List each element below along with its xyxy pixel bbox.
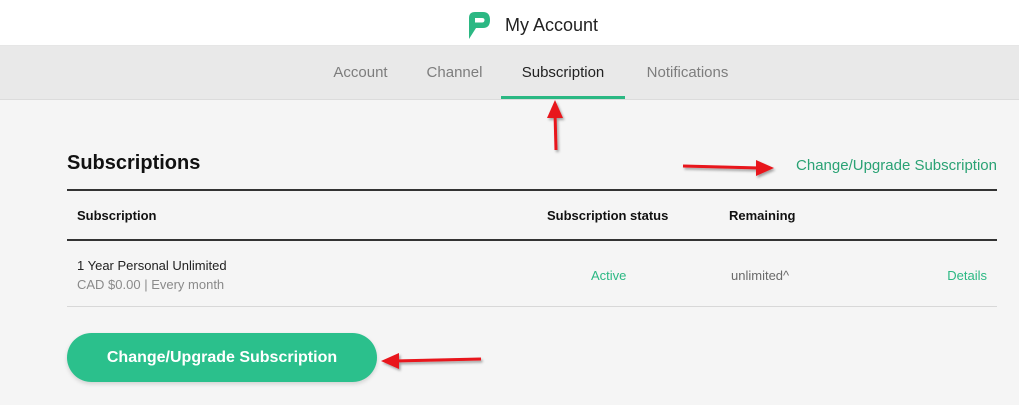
top-header: My Account [0,0,1019,46]
page-title: My Account [505,15,599,35]
plan-price: CAD $0.00 | Every month [77,277,225,292]
tab-notifications[interactable]: Notifications [643,46,732,99]
change-upgrade-link[interactable]: Change/Upgrade Subscription [796,157,997,174]
section-title: Subscriptions [67,152,201,174]
red-arrow-icon [381,353,482,369]
tab-channel[interactable]: Channel [426,46,483,99]
column-header-subscription: Subscription [77,208,157,223]
table-header-rule [67,239,997,241]
brand: My Account [465,9,598,42]
red-arrow-icon [547,100,563,151]
details-link[interactable]: Details [947,268,987,283]
tab-subscription[interactable]: Subscription [501,46,625,99]
column-header-status: Subscription status [547,208,669,223]
tab-bar: Account Channel Subscription Notificatio… [0,46,1019,100]
column-header-remaining: Remaining [729,208,796,223]
remaining-value: unlimited^ [731,268,790,283]
tab-account[interactable]: Account [332,46,389,99]
table-bottom-rule [67,306,997,307]
change-upgrade-button[interactable]: Change/Upgrade Subscription [67,333,377,382]
table-top-rule [67,189,997,191]
p-speech-logo-icon[interactable] [465,9,493,42]
plan-name: 1 Year Personal Unlimited [77,258,227,273]
red-arrow-icon [682,160,774,176]
status-badge: Active [591,268,627,283]
